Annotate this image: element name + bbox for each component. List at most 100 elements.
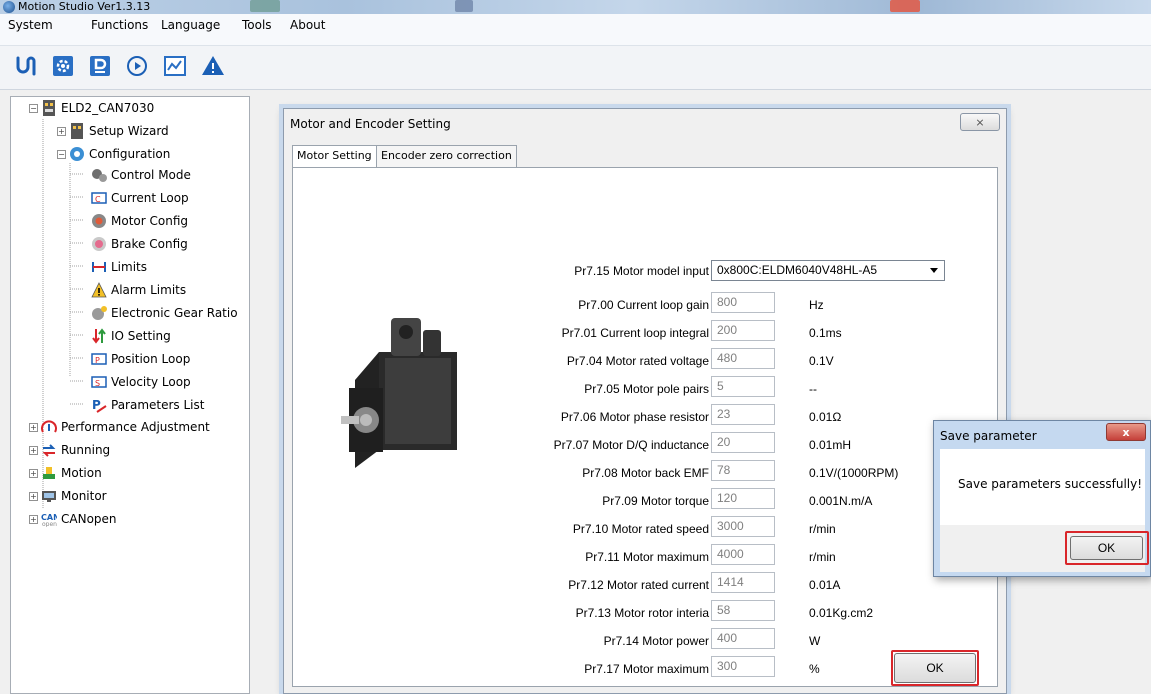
param-input[interactable]: 480 — [711, 348, 775, 369]
tree-item-label: Position Loop — [111, 352, 191, 366]
param-label: Pr7.06 Motor phase resistor — [560, 410, 709, 424]
param-label: Pr7.00 Current loop gain — [578, 298, 709, 312]
tree-item-running[interactable]: + Running — [29, 440, 110, 460]
popup-ok-highlight-box — [1065, 531, 1149, 565]
motor-model-value: 0x800C:ELDM6040V48HL-A5 — [717, 263, 878, 277]
param-input[interactable]: 3000 — [711, 516, 775, 537]
run-icon[interactable] — [125, 54, 149, 78]
param-label: Pr7.11 Motor maximum — [585, 550, 709, 564]
tab-encoder-zero-correction[interactable]: Encoder zero correction — [376, 145, 517, 167]
tree-item-io-setting[interactable]: IO Setting — [91, 326, 171, 346]
motion-icon — [41, 465, 57, 481]
tab-motor-setting[interactable]: Motor Setting — [292, 145, 377, 167]
parameter-icon[interactable] — [88, 54, 112, 78]
param-input[interactable]: 78 — [711, 460, 775, 481]
tree-item-label: Control Mode — [111, 168, 191, 182]
param-unit: 0.01mH — [809, 438, 852, 452]
param-input[interactable]: 1414 — [711, 572, 775, 593]
svg-text:S: S — [95, 379, 100, 388]
collapse-icon[interactable]: − — [57, 149, 66, 159]
svg-text:C: C — [95, 195, 101, 204]
tree-item-performance-adjustment[interactable]: + Performance Adjustment — [29, 417, 210, 437]
alarm-icon[interactable] — [201, 54, 225, 78]
param-input[interactable]: 23 — [711, 404, 775, 425]
param-input[interactable]: 300 — [711, 656, 775, 677]
expand-icon[interactable]: + — [57, 126, 66, 136]
param-unit: % — [809, 662, 820, 676]
ok-highlight-box — [891, 650, 979, 686]
param-input[interactable]: 800 — [711, 292, 775, 313]
param-input[interactable]: 400 — [711, 628, 775, 649]
device-tree: − ELD2_CAN7030 + Setup Wizard − Configur… — [10, 96, 250, 694]
tree-item-label: Configuration — [89, 147, 171, 161]
menu-system[interactable]: System — [8, 18, 53, 32]
brake-icon — [91, 236, 107, 252]
menu-about[interactable]: About — [290, 18, 325, 32]
velocity-loop-icon: S — [91, 374, 107, 390]
tree-item-parameters-list[interactable]: P Parameters List — [91, 395, 204, 415]
parameters-list-icon: P — [91, 397, 107, 413]
tree-item-configuration[interactable]: − Configuration — [57, 144, 170, 164]
tree-item-motion[interactable]: + Motion — [29, 463, 102, 483]
scope-icon[interactable] — [163, 54, 187, 78]
tree-item-alarm-limits[interactable]: Alarm Limits — [91, 280, 186, 300]
tree-item-label: Motion — [61, 466, 102, 480]
expand-icon[interactable]: + — [29, 445, 38, 455]
tree-item-setup-wizard[interactable]: + Setup Wizard — [57, 121, 169, 141]
menu-functions[interactable]: Functions — [91, 18, 148, 32]
tree-item-current-loop[interactable]: C Current Loop — [91, 188, 189, 208]
tree-item-canopen[interactable]: + CAN open CANopen — [29, 509, 117, 529]
tree-item-monitor[interactable]: + Monitor — [29, 486, 107, 506]
tree-item-velocity-loop[interactable]: S Velocity Loop — [91, 372, 191, 392]
tree-item-label: Electronic Gear Ratio — [111, 306, 238, 320]
canopen-icon: CAN open — [41, 511, 57, 527]
gauge-icon — [41, 419, 57, 435]
expand-icon[interactable]: + — [29, 422, 38, 432]
svg-text:P: P — [95, 356, 100, 365]
tree-item-label: Brake Config — [111, 237, 188, 251]
connect-icon[interactable] — [13, 54, 37, 78]
motor-icon — [91, 213, 107, 229]
param-unit: W — [809, 634, 821, 648]
param-unit: 0.01Ω — [809, 410, 842, 424]
gear-icon — [69, 146, 85, 162]
tree-item-position-loop[interactable]: P Position Loop — [91, 349, 190, 369]
tree-item-brake-config[interactable]: Brake Config — [91, 234, 188, 254]
popup-close-button[interactable]: x — [1106, 423, 1146, 441]
tree-item-label: Current Loop — [111, 191, 189, 205]
dialog-close-button[interactable]: ⨯ — [960, 113, 1000, 131]
popup-title: Save parameter — [940, 429, 1037, 443]
tree-item-control-mode[interactable]: Control Mode — [91, 165, 191, 185]
expand-icon[interactable]: + — [29, 491, 38, 501]
param-unit: -- — [809, 382, 817, 396]
motor-encoder-dialog: Motor and Encoder Setting ⨯ Motor Settin… — [283, 108, 1007, 694]
menu-tools[interactable]: Tools — [242, 18, 272, 32]
tree-item-limits[interactable]: Limits — [91, 257, 147, 277]
param-label: Pr7.05 Motor pole pairs — [584, 382, 709, 396]
param-input[interactable]: 5 — [711, 376, 775, 397]
tree-item-label: Limits — [111, 260, 147, 274]
param-unit: 0.01Kg.cm2 — [809, 606, 874, 620]
tree-item-label: Alarm Limits — [111, 283, 187, 297]
motor-model-select[interactable]: 0x800C:ELDM6040V48HL-A5 — [711, 260, 945, 281]
settings-icon[interactable] — [51, 54, 75, 78]
background-decoration — [455, 0, 473, 12]
expand-icon[interactable]: + — [29, 514, 38, 524]
param-input[interactable]: 4000 — [711, 544, 775, 565]
expand-icon[interactable]: + — [29, 468, 38, 478]
svg-text:open: open — [42, 521, 57, 527]
tree-item-motor-config[interactable]: Motor Config — [91, 211, 188, 231]
param-input[interactable]: 200 — [711, 320, 775, 341]
collapse-icon[interactable]: − — [29, 103, 38, 113]
tree-root[interactable]: − ELD2_CAN7030 — [29, 98, 154, 118]
tree-item-label: Setup Wizard — [89, 124, 169, 138]
param-input[interactable]: 58 — [711, 600, 775, 621]
tree-item-electronic-gear-ratio[interactable]: Electronic Gear Ratio — [91, 303, 238, 323]
param-unit: 0.01A — [809, 578, 841, 592]
running-icon — [41, 442, 57, 458]
menu-language[interactable]: Language — [161, 18, 220, 32]
tree-item-label: Running — [61, 443, 111, 457]
param-input[interactable]: 120 — [711, 488, 775, 509]
param-label: Pr7.17 Motor maximum — [584, 662, 709, 676]
param-input[interactable]: 20 — [711, 432, 775, 453]
